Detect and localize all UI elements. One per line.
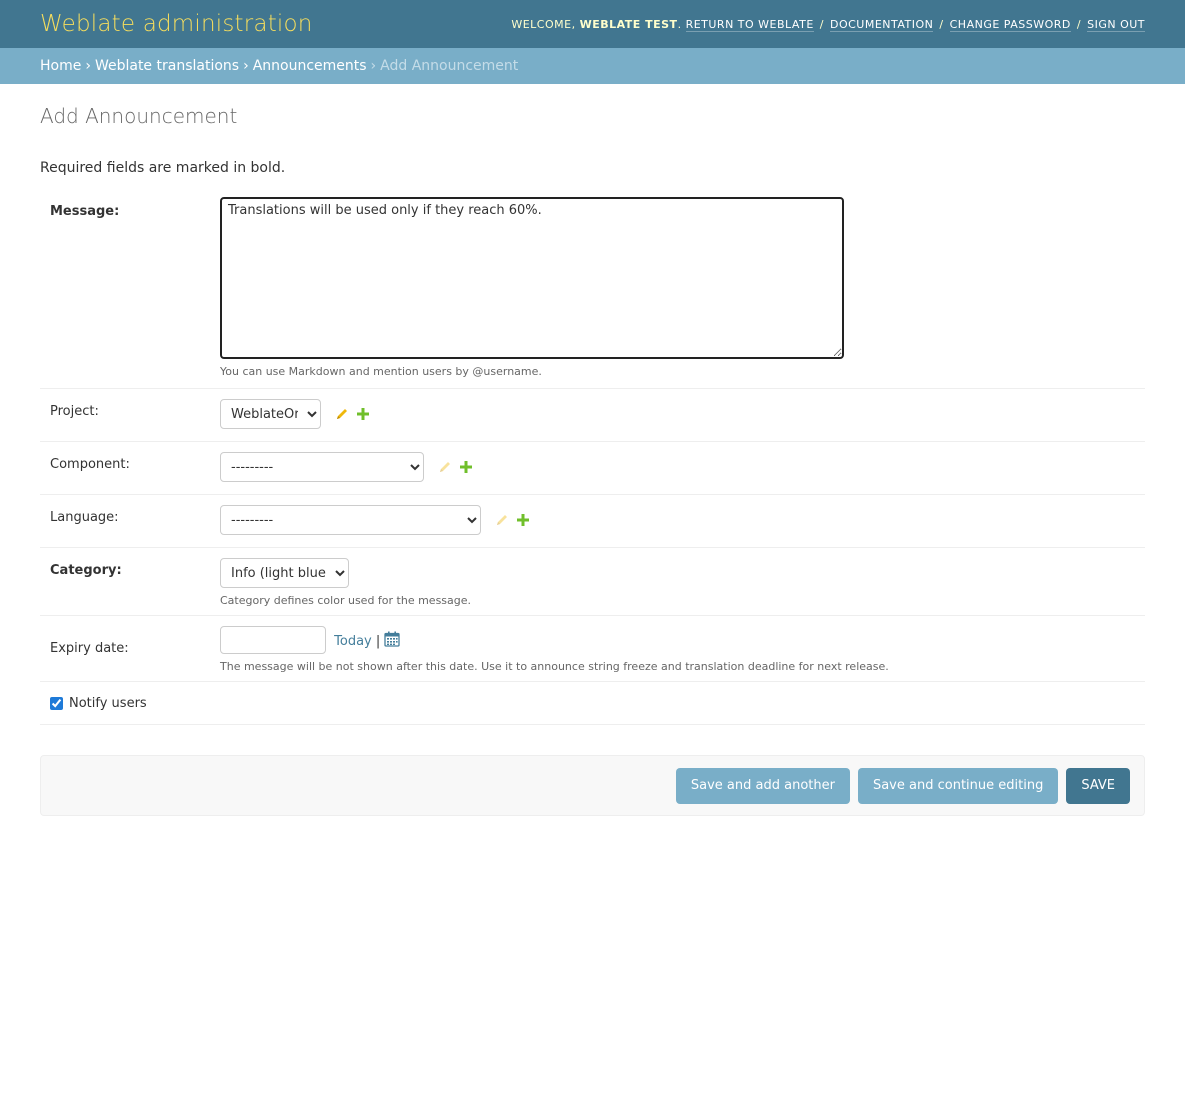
category-row: Category: Info (light blue) Category def…: [40, 548, 1145, 616]
add-component-plus-icon[interactable]: [460, 461, 473, 473]
component-row: Component: ---------: [40, 442, 1145, 495]
notify-users-label[interactable]: Notify users: [69, 696, 147, 711]
today-link[interactable]: Today: [334, 634, 372, 649]
page-title: Add Announcement: [40, 104, 238, 128]
user-tools: Welcome, Weblate Test. Return to Weblate…: [511, 17, 1145, 32]
project-select[interactable]: WeblateOrg: [220, 399, 321, 429]
language-select[interactable]: ---------: [220, 505, 481, 535]
expiry-label: Expiry date:: [50, 641, 129, 656]
breadcrumb-weblate-translations[interactable]: Weblate translations: [95, 58, 239, 74]
add-language-plus-icon[interactable]: [517, 514, 530, 526]
category-help: Category defines color used for the mess…: [220, 594, 472, 607]
breadcrumb-home[interactable]: Home: [40, 58, 81, 74]
category-select[interactable]: Info (light blue): [220, 558, 349, 588]
project-label: Project:: [50, 404, 99, 419]
expiry-date-input[interactable]: [220, 626, 326, 654]
welcome-text: Welcome,: [511, 17, 576, 31]
language-row: Language: ---------: [40, 495, 1145, 548]
breadcrumb-separator: ›: [370, 58, 377, 74]
save-button[interactable]: Save: [1066, 767, 1130, 804]
notify-row: Notify users: [40, 682, 1145, 725]
edit-component-pencil-icon: [440, 462, 451, 472]
expiry-row: Expiry date: Today | The message will be…: [40, 616, 1145, 682]
edit-project-pencil-icon[interactable]: [335, 407, 349, 421]
category-label: Category:: [50, 563, 122, 578]
breadcrumb-announcements[interactable]: Announcements: [253, 58, 367, 74]
message-help: You can use Markdown and mention users b…: [220, 365, 542, 378]
announcement-form: Message: Translations will be used only …: [40, 197, 1145, 725]
notify-users-checkbox[interactable]: [50, 696, 63, 710]
change-password-link[interactable]: Change password: [949, 17, 1071, 32]
breadcrumb-separator: ›: [85, 58, 91, 74]
user-name: Weblate Test: [579, 17, 678, 31]
breadcrumb-separator: ›: [243, 58, 249, 74]
edit-language-pencil-icon: [497, 515, 508, 525]
message-row: Message: Translations will be used only …: [40, 197, 1145, 389]
breadcrumb: Home › Weblate translations › Announceme…: [0, 48, 1185, 84]
language-label: Language:: [50, 510, 119, 525]
sign-out-link[interactable]: Sign out: [1087, 17, 1145, 32]
required-note: Required fields are marked in bold.: [40, 160, 286, 176]
date-shortcuts: Today |: [334, 631, 401, 649]
message-label: Message:: [50, 204, 120, 219]
add-project-plus-icon[interactable]: [357, 408, 370, 420]
save-and-add-another-button[interactable]: Save and add another: [675, 767, 850, 804]
expiry-help: The message will be not shown after this…: [220, 660, 889, 673]
submit-row: Save and add another Save and continue e…: [40, 755, 1145, 816]
site-title: Weblate administration: [40, 11, 313, 37]
component-select[interactable]: ---------: [220, 452, 424, 482]
save-and-continue-button[interactable]: Save and continue editing: [857, 767, 1059, 804]
message-textarea[interactable]: Translations will be used only if they r…: [220, 197, 844, 359]
return-to-weblate-link[interactable]: Return to Weblate: [685, 17, 814, 32]
content: Add Announcement Required fields are mar…: [0, 104, 1185, 816]
calendar-icon[interactable]: [384, 631, 401, 647]
project-row: Project: WeblateOrg: [40, 389, 1145, 442]
documentation-link[interactable]: Documentation: [829, 17, 934, 32]
shortcut-separator: |: [375, 634, 381, 649]
component-label: Component:: [50, 457, 130, 472]
breadcrumb-current: Add Announcement: [380, 58, 519, 74]
header: Weblate administration Welcome, Weblate …: [0, 0, 1185, 48]
